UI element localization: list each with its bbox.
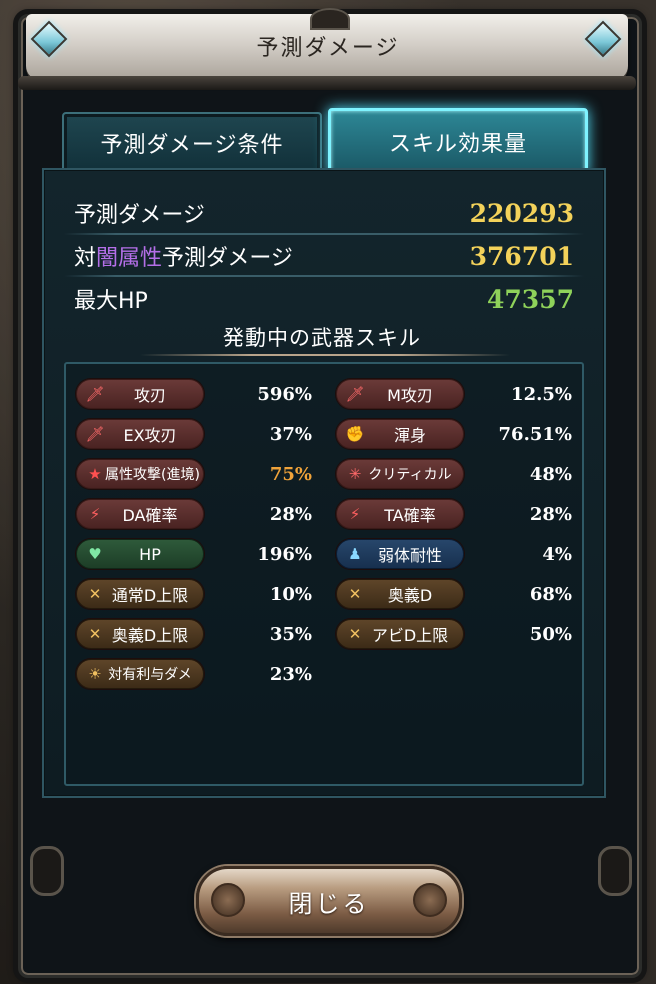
star-icon: ★ — [88, 465, 102, 483]
skill-pill: ✊ 渾身 — [336, 419, 464, 449]
skill-value: 48% — [529, 463, 572, 485]
skill-value: 28% — [529, 503, 572, 525]
skill-pill: ✳ クリティカル — [336, 459, 464, 489]
skill-label: EX攻刃 — [123, 426, 177, 445]
skill-pill: ✕ 奥義D — [336, 579, 464, 609]
skill-value: 4% — [542, 543, 572, 565]
burst-icon: ✳ — [348, 465, 362, 483]
skill-row: ✊ 渾身 76.51% — [336, 419, 574, 449]
skill-value: 76.51% — [498, 423, 572, 445]
skill-value: 35% — [269, 623, 312, 645]
skill-pill: ✕ アビD上限 — [336, 619, 464, 649]
shield-figure-icon: ♟ — [348, 545, 362, 563]
skill-pill: 🗡 攻刃 — [76, 379, 204, 409]
section-divider — [140, 354, 510, 356]
corner-ornament — [30, 846, 64, 896]
skill-value: 28% — [269, 503, 312, 525]
stat-label: 予測ダメージ — [74, 203, 205, 228]
corner-ornament — [598, 846, 632, 896]
close-button-label: 閉じる — [288, 889, 370, 918]
skill-label: 奥義D — [387, 586, 433, 605]
cap-icon: ✕ — [348, 625, 362, 643]
skill-row: 🗡 攻刃 596% — [76, 379, 314, 409]
skill-pill: ⚡ DA確率 — [76, 499, 204, 529]
skill-row: ☀ 対有利与ダメ 23% — [76, 659, 314, 689]
skill-value: 596% — [257, 383, 312, 405]
triple-slash-icon: ⚡ — [349, 505, 361, 523]
skill-label: M攻刃 — [387, 386, 433, 405]
divider — [64, 233, 584, 235]
dialog-title: 予測ダメージ — [256, 36, 400, 61]
section-title: 発動中の武器スキル — [223, 326, 421, 350]
skill-pill: 🗡 EX攻刃 — [76, 419, 204, 449]
stat-value: 376701 — [469, 241, 574, 271]
skill-label: アビD上限 — [371, 626, 449, 645]
stat-max-hp: 最大HP 47357 — [74, 279, 574, 319]
top-ornament — [310, 8, 350, 30]
skill-label: 弱体耐性 — [377, 546, 442, 565]
skill-value: 37% — [269, 423, 312, 445]
skill-row: ⚡ DA確率 28% — [76, 499, 314, 529]
tab-label: 予測ダメージ条件 — [100, 133, 284, 158]
stat-predicted-damage: 予測ダメージ 220293 — [74, 193, 574, 233]
skill-pill: ⚡ TA確率 — [336, 499, 464, 529]
skill-pill: ✕ 通常D上限 — [76, 579, 204, 609]
skill-value: 23% — [269, 663, 312, 685]
skill-row: ★ 属性攻撃(進境) 75% — [76, 459, 314, 489]
skill-pill: ♥ HP — [76, 539, 204, 569]
element-name: 闇属性 — [96, 246, 163, 271]
skill-row: ✳ クリティカル 48% — [336, 459, 574, 489]
tab-damage-conditions[interactable]: 予測ダメージ条件 — [62, 112, 322, 174]
double-slash-icon: ⚡ — [89, 505, 101, 523]
skill-label: 攻刃 — [133, 386, 166, 405]
skill-pill: 🗡 M攻刃 — [336, 379, 464, 409]
skill-value: 50% — [529, 623, 572, 645]
stat-label: 対闇属性予測ダメージ — [74, 246, 293, 271]
stat-element-damage: 対闇属性予測ダメージ 376701 — [74, 236, 574, 276]
skill-row: ✕ アビD上限 50% — [336, 619, 574, 649]
skill-row: ✕ 奥義D上限 35% — [76, 619, 314, 649]
skill-row: ♟ 弱体耐性 4% — [336, 539, 574, 569]
skill-label: 渾身 — [393, 426, 426, 445]
skill-value: 10% — [269, 583, 312, 605]
stat-value: 220293 — [469, 198, 574, 228]
skill-row: ✕ 通常D上限 10% — [76, 579, 314, 609]
skill-row: 🗡 EX攻刃 37% — [76, 419, 314, 449]
sword-icon: 🗡 — [85, 385, 105, 403]
divider — [64, 275, 584, 277]
skill-pill: ★ 属性攻撃(進境) — [76, 459, 204, 489]
cross-swords-icon: ✕ — [348, 585, 362, 603]
skill-label: HP — [139, 544, 161, 564]
close-button[interactable]: 閉じる — [196, 866, 462, 936]
skill-row: ♥ HP 196% — [76, 539, 314, 569]
skill-label: 通常D上限 — [111, 586, 189, 605]
skill-value: 196% — [257, 543, 312, 565]
stat-label: 最大HP — [74, 289, 148, 314]
sword-icon: 🗡 — [85, 425, 105, 443]
skill-label: TA確率 — [384, 506, 436, 525]
tab-skill-effects[interactable]: スキル効果量 — [328, 108, 588, 176]
sword-icon: 🗡 — [345, 385, 365, 403]
heart-icon: ♥ — [88, 545, 102, 563]
skill-pill: ☀ 対有利与ダメ — [76, 659, 204, 689]
skill-label: 属性攻撃(進境) — [105, 467, 200, 483]
skill-label: 対有利与ダメ — [108, 667, 192, 683]
cap-icon: ✕ — [88, 625, 102, 643]
skill-row: ⚡ TA確率 28% — [336, 499, 574, 529]
cap-icon: ✕ — [88, 585, 102, 603]
skill-value: 12.5% — [511, 383, 572, 405]
skill-label: クリティカル — [368, 467, 452, 483]
skill-row: 🗡 M攻刃 12.5% — [336, 379, 574, 409]
skill-pill: ✕ 奥義D上限 — [76, 619, 204, 649]
muscle-icon: ✊ — [345, 425, 365, 443]
sun-icon: ☀ — [88, 665, 102, 683]
stat-value: 47357 — [487, 284, 574, 314]
skill-pill: ♟ 弱体耐性 — [336, 539, 464, 569]
skill-value: 75% — [269, 463, 312, 485]
skill-label: DA確率 — [122, 506, 178, 525]
skill-label: 奥義D上限 — [111, 626, 189, 645]
skill-value: 68% — [529, 583, 572, 605]
tab-label: スキル効果量 — [388, 132, 527, 157]
skill-row: ✕ 奥義D 68% — [336, 579, 574, 609]
